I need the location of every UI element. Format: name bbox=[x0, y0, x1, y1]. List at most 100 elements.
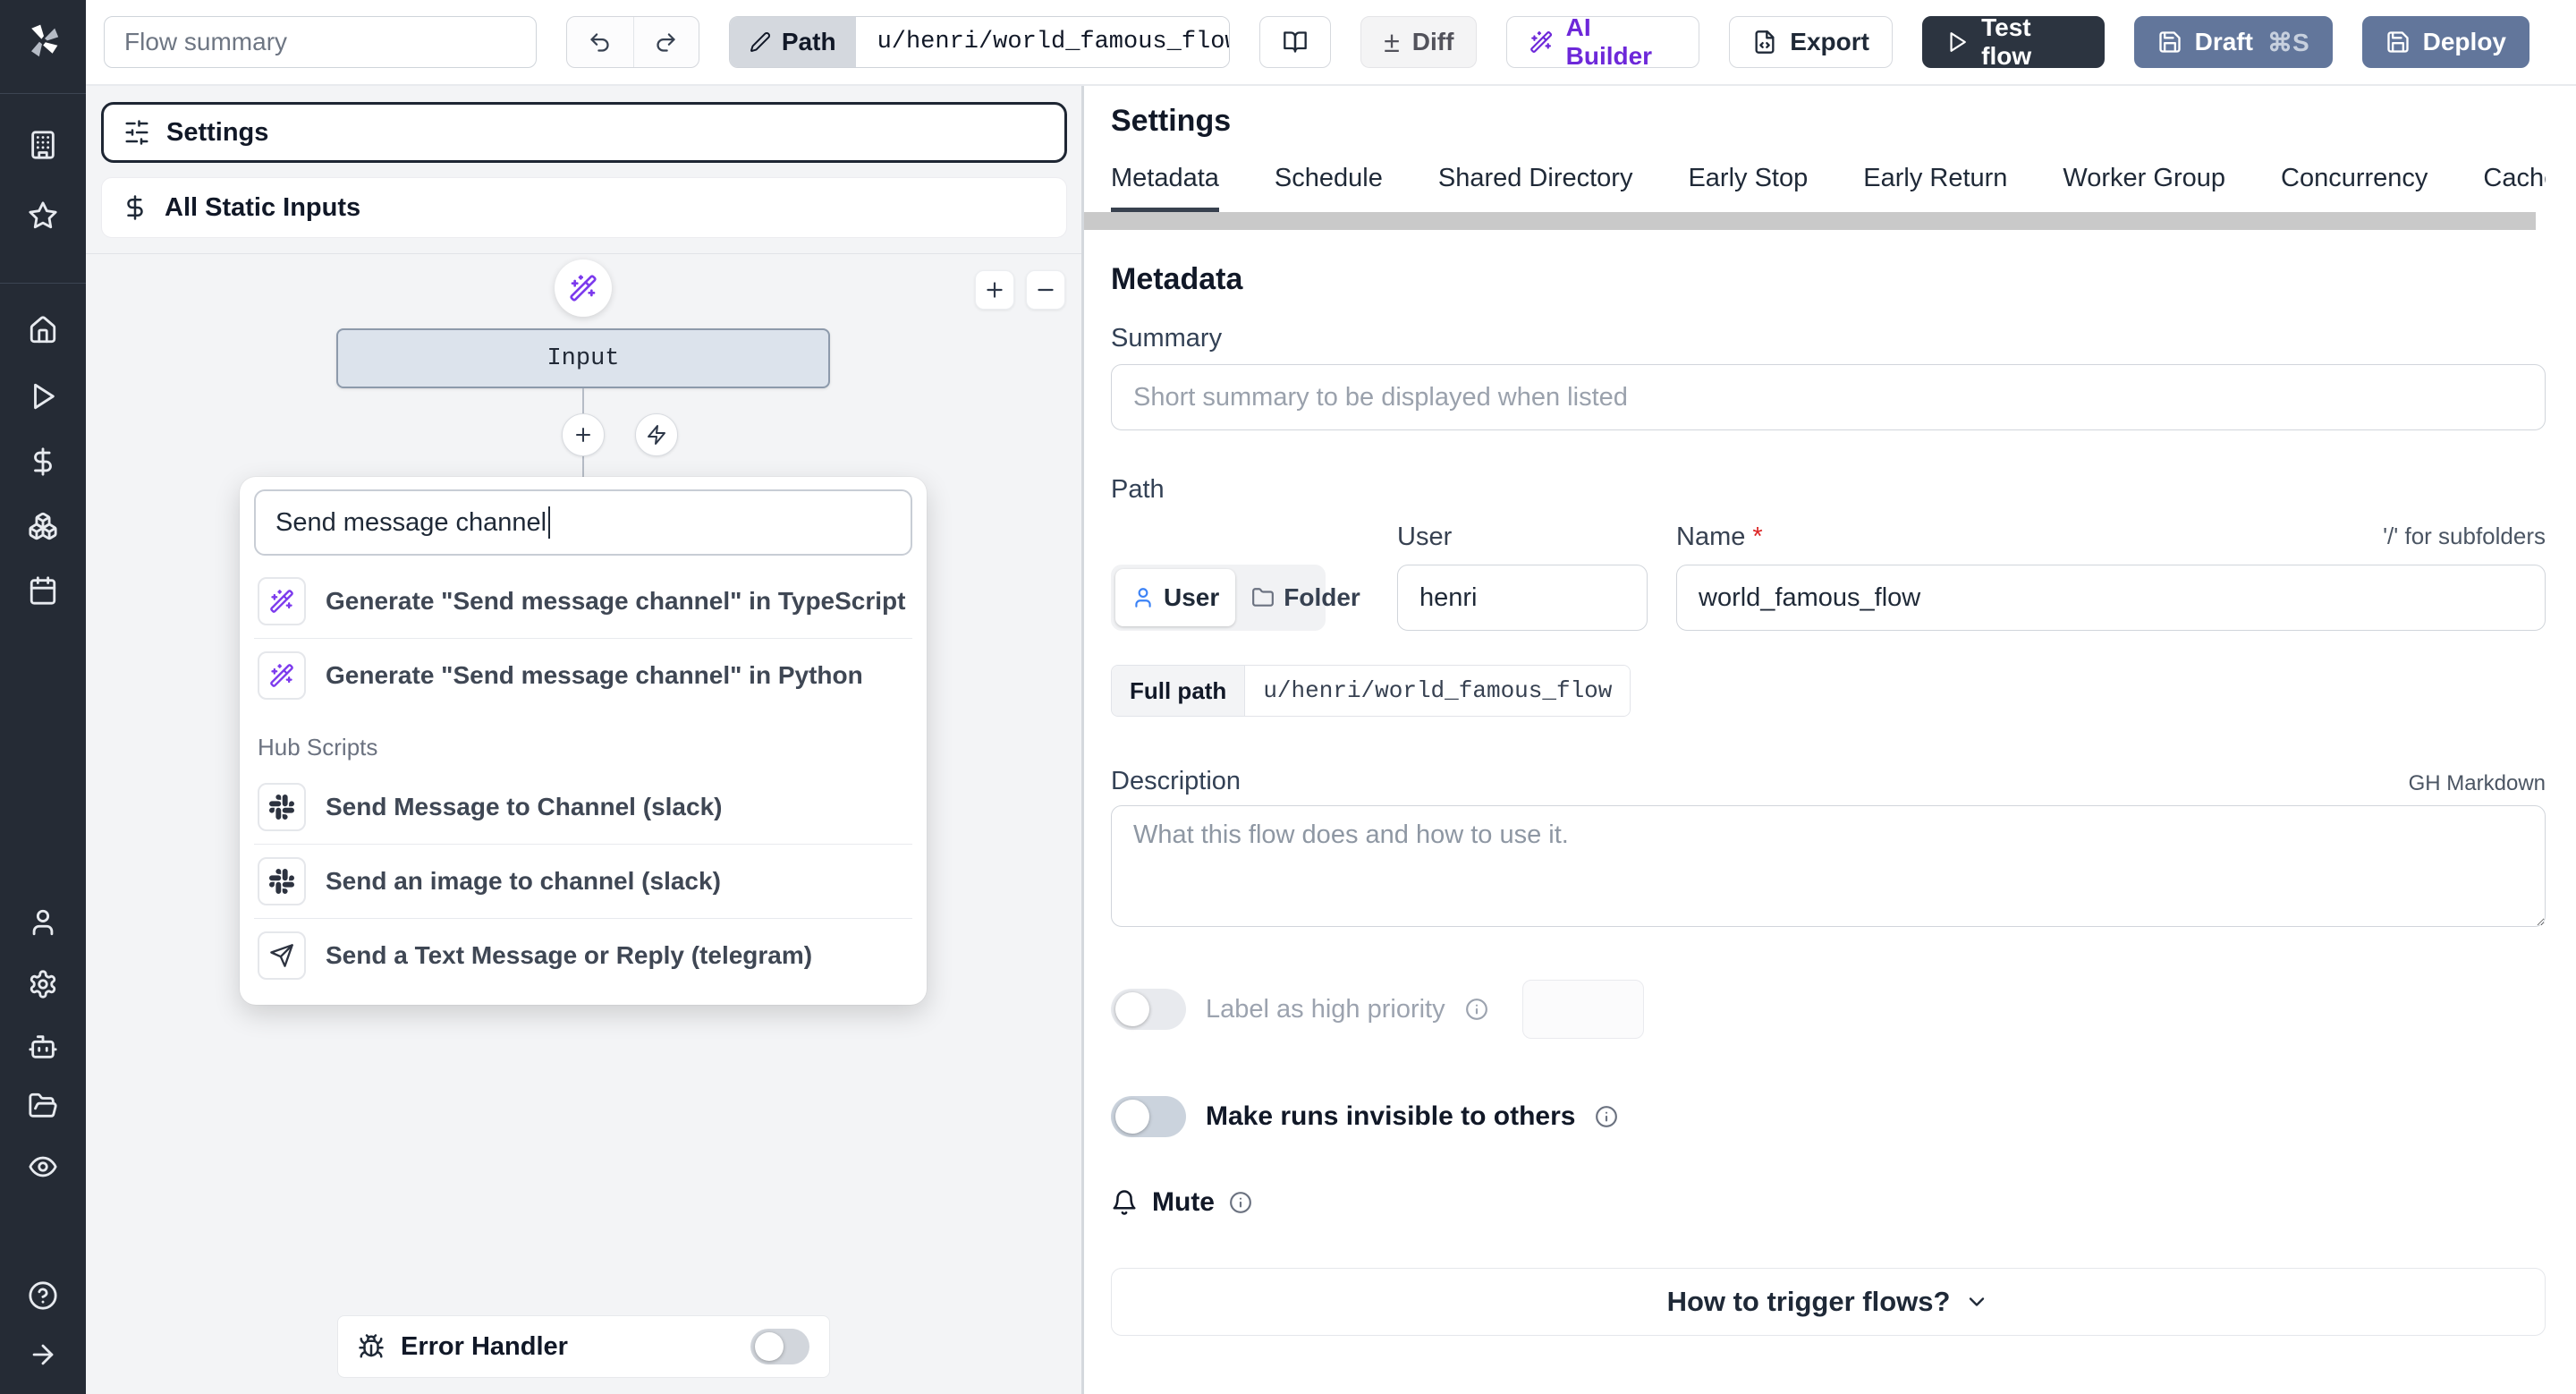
info-icon[interactable] bbox=[1465, 998, 1488, 1021]
full-path-display: Full path u/henri/world_famous_flow bbox=[1111, 665, 1631, 717]
name-field-label: Name bbox=[1676, 523, 1746, 551]
full-path-label: Full path bbox=[1112, 666, 1246, 716]
workspace-building-icon[interactable] bbox=[20, 122, 66, 168]
resources-boxes-icon[interactable] bbox=[20, 503, 66, 549]
zoom-in-button[interactable] bbox=[975, 270, 1014, 310]
how-to-trigger-flows-button[interactable]: How to trigger flows? bbox=[1111, 1268, 2546, 1336]
input-node[interactable]: Input bbox=[336, 328, 830, 388]
draft-shortcut: ⌘S bbox=[2267, 28, 2309, 56]
text-caret bbox=[548, 506, 551, 539]
ai-flow-builder-node-button[interactable] bbox=[555, 259, 612, 317]
docs-button[interactable] bbox=[1259, 16, 1332, 68]
name-input[interactable] bbox=[1676, 565, 2546, 631]
info-icon[interactable] bbox=[1595, 1105, 1618, 1128]
hub-script-slack-message[interactable]: Send Message to Channel (slack) bbox=[254, 770, 912, 844]
deploy-button[interactable]: Deploy bbox=[2361, 16, 2529, 68]
metadata-heading: Metadata bbox=[1111, 262, 1243, 296]
home-icon[interactable] bbox=[20, 307, 66, 353]
user-icon bbox=[1135, 588, 1151, 608]
help-icon[interactable] bbox=[20, 1272, 66, 1319]
description-textarea[interactable] bbox=[1111, 805, 2546, 927]
tab-shared-directory[interactable]: Shared Directory bbox=[1438, 164, 1633, 212]
add-step-button[interactable] bbox=[562, 413, 605, 456]
sidebar-divider bbox=[0, 283, 86, 284]
invisible-runs-toggle[interactable] bbox=[1111, 1096, 1186, 1137]
error-handler-node[interactable]: Error Handler bbox=[337, 1315, 830, 1378]
sidebar-divider bbox=[0, 93, 86, 94]
tab-worker-group[interactable]: Worker Group bbox=[2063, 164, 2225, 212]
step-search-input[interactable]: Send message channel bbox=[254, 489, 912, 556]
flow-graph-canvas[interactable]: Input Send message channel Generate "Sen… bbox=[86, 253, 1081, 1394]
runs-play-icon[interactable] bbox=[20, 373, 66, 420]
gh-markdown-hint: GH Markdown bbox=[2408, 771, 2546, 795]
tab-schedule[interactable]: Schedule bbox=[1275, 164, 1383, 212]
tab-early-stop[interactable]: Early Stop bbox=[1688, 164, 1808, 212]
redo-button[interactable] bbox=[632, 17, 699, 67]
diff-button[interactable]: ± Diff bbox=[1360, 16, 1478, 68]
user-input[interactable] bbox=[1397, 565, 1648, 631]
flow-settings-card[interactable]: Settings bbox=[101, 102, 1067, 163]
windmill-logo[interactable] bbox=[21, 20, 64, 63]
variables-dollar-icon[interactable] bbox=[20, 438, 66, 485]
flow-path-control[interactable]: Path u/henri/world_famous_flow bbox=[728, 16, 1231, 68]
tab-metadata[interactable]: Metadata bbox=[1111, 164, 1219, 212]
user-field-label: User bbox=[1397, 523, 1453, 551]
plus-minus-icon: ± bbox=[1384, 26, 1400, 58]
ai-builder-button[interactable]: AI Builder bbox=[1506, 13, 1700, 70]
audit-logs-eye-icon[interactable] bbox=[20, 1143, 66, 1190]
path-section-label: Path bbox=[1111, 475, 1165, 504]
tab-early-return[interactable]: Early Return bbox=[1863, 164, 2007, 212]
owner-folder-label: Folder bbox=[1284, 583, 1360, 611]
wand-sparkles-icon bbox=[258, 651, 306, 700]
all-static-inputs-card[interactable]: All Static Inputs bbox=[101, 177, 1067, 238]
suggestion-label: Generate "Send message channel" in TypeS… bbox=[326, 587, 906, 615]
settings-gear-icon[interactable] bbox=[20, 961, 66, 1007]
flow-summary-input[interactable] bbox=[104, 16, 538, 68]
schedules-calendar-icon[interactable] bbox=[20, 567, 66, 614]
undo-redo-group bbox=[566, 16, 699, 68]
book-open-icon bbox=[1284, 31, 1308, 53]
draft-button[interactable]: Draft ⌘S bbox=[2133, 16, 2333, 68]
path-edit-chip[interactable]: Path bbox=[729, 17, 856, 67]
export-button[interactable]: Export bbox=[1729, 16, 1893, 68]
tabs-scrollbar[interactable] bbox=[1084, 212, 2576, 230]
owner-kind-segmented-control: User Folder bbox=[1111, 565, 1360, 631]
test-flow-label: Test flow bbox=[1981, 13, 2032, 70]
owner-user-option[interactable]: User bbox=[1115, 569, 1236, 626]
hub-script-slack-image[interactable]: Send an image to channel (slack) bbox=[254, 845, 912, 918]
wand-sparkles-icon bbox=[570, 275, 597, 302]
hub-script-label: Send an image to channel (slack) bbox=[326, 867, 721, 895]
info-icon[interactable] bbox=[1229, 1191, 1252, 1214]
suggestion-generate-typescript[interactable]: Generate "Send message channel" in TypeS… bbox=[254, 565, 912, 638]
mute-label: Mute bbox=[1152, 1187, 1215, 1217]
scrollbar-thumb[interactable] bbox=[1084, 212, 2536, 230]
owner-user-label: User bbox=[1164, 583, 1220, 611]
high-priority-toggle[interactable] bbox=[1111, 989, 1186, 1030]
redo-icon bbox=[657, 32, 675, 52]
hub-script-label: Send a Text Message or Reply (telegram) bbox=[326, 941, 813, 969]
wand-sparkles-icon bbox=[1530, 30, 1553, 53]
zoom-out-button[interactable] bbox=[1026, 270, 1065, 310]
app-window: Path u/henri/world_famous_flow ± Diff AI… bbox=[0, 0, 2576, 1394]
suggestion-generate-python[interactable]: Generate "Send message channel" in Pytho… bbox=[254, 639, 912, 712]
tab-concurrency[interactable]: Concurrency bbox=[2281, 164, 2428, 212]
favorites-star-icon[interactable] bbox=[20, 192, 66, 239]
settings-card-label: Settings bbox=[166, 117, 269, 147]
tab-cache[interactable]: Cache bbox=[2483, 164, 2546, 212]
folders-icon[interactable] bbox=[20, 1083, 66, 1129]
summary-input[interactable] bbox=[1111, 364, 2546, 430]
settings-tabs: Metadata Schedule Shared Directory Early… bbox=[1111, 164, 2546, 212]
expand-sidebar-arrow-icon[interactable] bbox=[20, 1331, 66, 1378]
pen-icon bbox=[750, 32, 770, 52]
error-handler-toggle[interactable] bbox=[750, 1329, 809, 1364]
suggestion-label: Generate "Send message channel" in Pytho… bbox=[326, 661, 863, 689]
users-person-icon[interactable] bbox=[20, 899, 66, 946]
owner-folder-option[interactable]: Folder bbox=[1235, 569, 1377, 626]
workers-robot-icon[interactable] bbox=[20, 1024, 66, 1070]
subfolder-hint: '/' for subfolders bbox=[2383, 523, 2546, 549]
test-flow-button[interactable]: Test flow bbox=[1921, 13, 2105, 70]
undo-button[interactable] bbox=[567, 17, 632, 67]
sidebar bbox=[0, 0, 86, 1394]
add-trigger-button[interactable] bbox=[635, 413, 678, 456]
hub-script-telegram-message[interactable]: Send a Text Message or Reply (telegram) bbox=[254, 919, 912, 992]
